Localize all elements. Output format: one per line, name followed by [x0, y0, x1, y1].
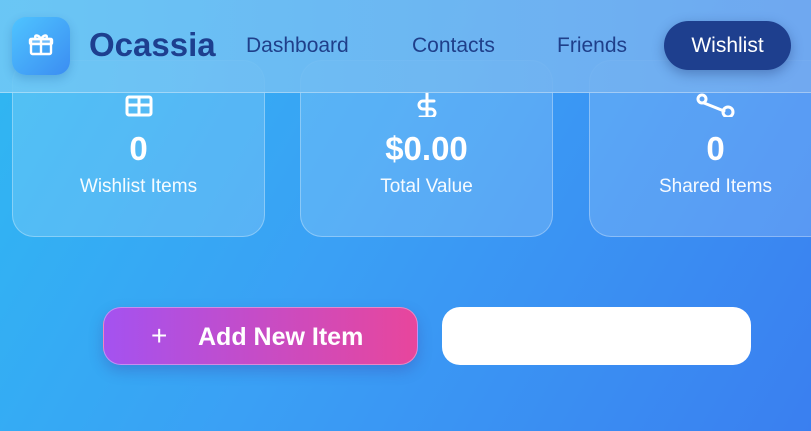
- stat-value: 0: [129, 130, 148, 167]
- logo[interactable]: [12, 17, 70, 75]
- nav-dashboard[interactable]: Dashboard: [246, 32, 349, 60]
- brand-name[interactable]: Ocassia: [89, 25, 216, 65]
- search-input[interactable]: [442, 307, 751, 365]
- plus-icon: +: [151, 320, 168, 351]
- top-navbar: Ocassia Dashboard Contacts Friends Wishl…: [0, 0, 811, 93]
- add-new-item-label: Add New Item: [198, 323, 364, 351]
- stat-value: 0: [706, 130, 725, 167]
- nav-contacts[interactable]: Contacts: [412, 32, 495, 60]
- nav-friends[interactable]: Friends: [557, 32, 627, 60]
- add-new-item-button[interactable]: + Add New Item: [103, 307, 418, 365]
- gift-icon: [28, 31, 54, 62]
- stat-label: Total Value: [380, 176, 473, 197]
- nav-wishlist[interactable]: Wishlist: [664, 21, 791, 70]
- stat-label: Wishlist Items: [79, 176, 198, 197]
- stat-label: Shared Items: [659, 176, 772, 197]
- stat-value: $0.00: [385, 130, 468, 167]
